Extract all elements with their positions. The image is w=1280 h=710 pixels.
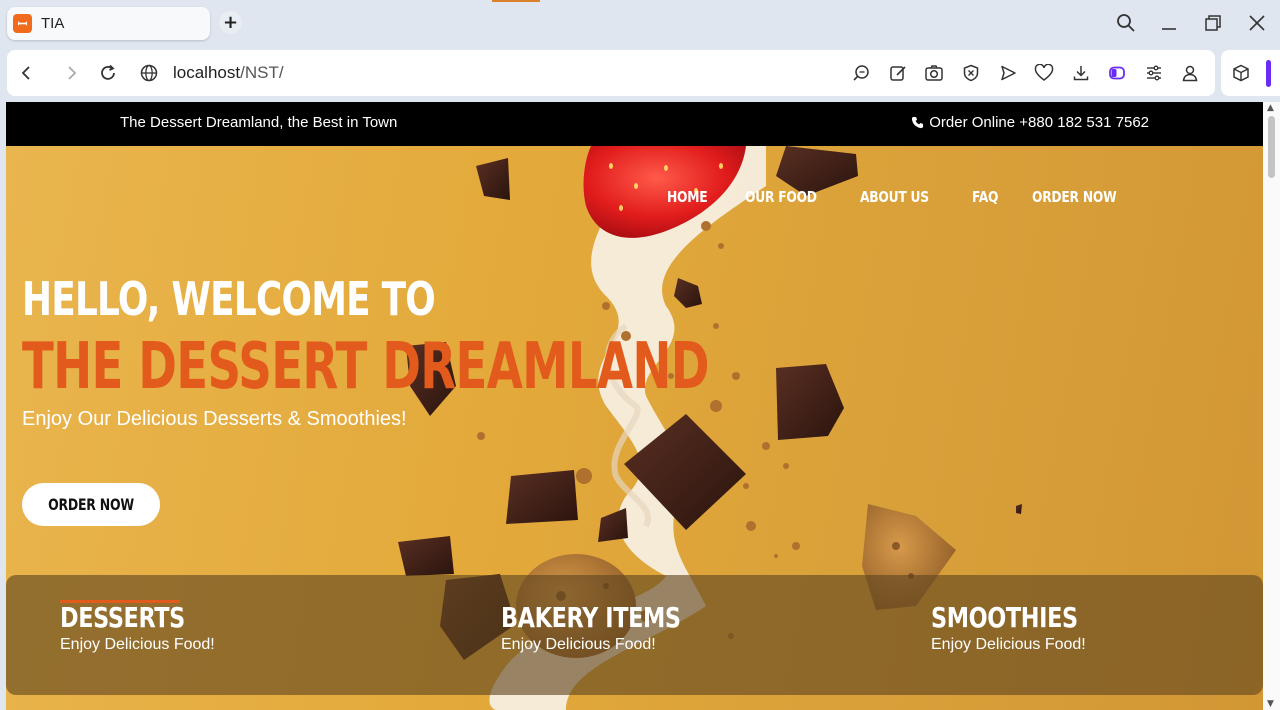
new-tab-button[interactable]: + [219,11,242,34]
feature-bakery-items[interactable]: BAKERY ITEMS Enjoy Delicious Food! [501,601,726,654]
tab-title: TIA [41,15,65,32]
hero-subtitle: Enjoy Our Delicious Desserts & Smoothies… [22,408,407,430]
close-icon[interactable] [1244,10,1270,36]
minimize-icon[interactable] [1156,10,1182,36]
browser-tab[interactable]: ꟷ TIA [7,7,210,40]
feature-title: DESSERTS [60,601,185,634]
scroll-down-icon[interactable]: ▼ [1267,699,1274,709]
main-nav: HOME OUR FOOD ABOUT US FAQ ORDER NOW [667,188,1135,206]
site-tagline: The Dessert Dreamland, the Best in Town [120,114,398,131]
hero-brand-title: THE DESSERT DREAMLAND [22,330,710,404]
url-field[interactable]: localhost/NST/ [173,63,284,83]
feature-desserts[interactable]: DESSERTS Enjoy Delicious Food! [60,601,216,654]
camera-icon[interactable] [924,63,944,83]
feature-smoothies[interactable]: SMOOTHIES Enjoy Delicious Food! [931,601,1114,654]
page-loading-indicator [492,0,540,2]
address-bar: localhost/NST/ [7,50,1215,96]
xampp-icon: ꟷ [13,14,32,33]
back-icon[interactable] [17,63,37,83]
order-now-label: ORDER NOW [48,495,134,514]
browser-titlebar: ꟷ TIA + [0,0,1280,46]
edit-icon[interactable] [888,63,908,83]
sidebar-toggle-icon[interactable] [1107,63,1127,83]
scroll-up-icon[interactable]: ▲ [1267,103,1274,113]
page-scrollbar[interactable]: ▲ ▼ [1263,102,1280,710]
feature-title: SMOOTHIES [931,601,1078,634]
order-now-button[interactable]: ORDER NOW [22,483,160,526]
features-strip: DESSERTS Enjoy Delicious Food! BAKERY IT… [6,575,1263,695]
nav-about-us[interactable]: ABOUT US [860,188,929,206]
heart-icon[interactable] [1034,63,1054,83]
phone-text: Order Online +880 182 531 7562 [929,114,1149,131]
hero-section: HOME OUR FOOD ABOUT US FAQ ORDER NOW HEL… [6,146,1263,710]
nav-home[interactable]: HOME [667,188,708,206]
order-phone[interactable]: Order Online +880 182 531 7562 [911,114,1149,131]
restore-icon[interactable] [1200,10,1226,36]
feature-subtitle: Enjoy Delicious Food! [60,636,215,653]
shield-block-icon[interactable] [961,63,981,83]
page-viewport: The Dessert Dreamland, the Best in Town … [6,102,1263,710]
search-tabs-icon[interactable] [1113,10,1139,36]
url-host: localhost [173,63,241,82]
feature-subtitle: Enjoy Delicious Food! [501,636,656,653]
extensions-cube-icon[interactable] [1231,63,1251,83]
feature-title: BAKERY ITEMS [501,601,681,634]
profile-icon[interactable] [1180,63,1200,83]
send-icon[interactable] [998,63,1018,83]
sidebar-indicator [1266,60,1271,87]
forward-icon[interactable] [61,63,81,83]
feature-subtitle: Enjoy Delicious Food! [931,636,1086,653]
site-topbar: The Dessert Dreamland, the Best in Town … [6,102,1263,146]
phone-icon [912,116,924,129]
url-path: /NST/ [240,63,284,82]
find-in-page-icon[interactable] [851,63,871,83]
site-info-globe-icon[interactable] [139,63,159,83]
nav-faq[interactable]: FAQ [972,188,998,206]
nav-our-food[interactable]: OUR FOOD [745,188,817,206]
settings-sliders-icon[interactable] [1144,63,1164,83]
scrollbar-thumb[interactable] [1268,116,1275,178]
download-icon[interactable] [1071,63,1091,83]
nav-order-now[interactable]: ORDER NOW [1032,188,1117,206]
sidebar-panel-header [1221,50,1280,96]
reload-icon[interactable] [98,63,118,83]
hero-greeting: HELLO, WELCOME TO [22,272,436,326]
